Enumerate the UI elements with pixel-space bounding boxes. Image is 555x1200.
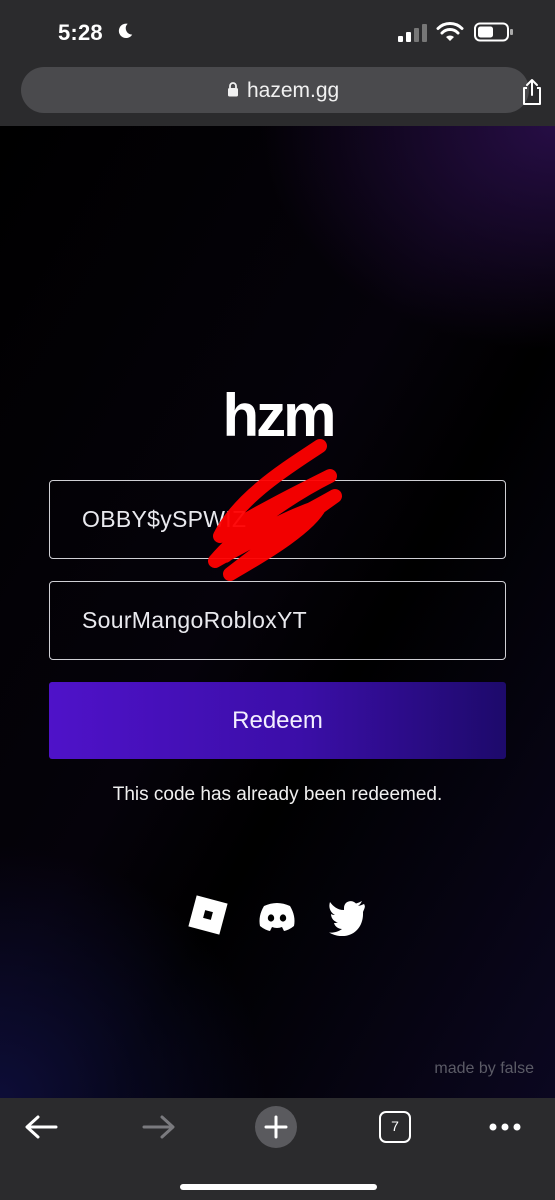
status-bar: 5:28 — [0, 0, 555, 60]
logo-text: hzm — [223, 390, 334, 446]
back-icon[interactable] — [24, 1114, 58, 1140]
discord-icon[interactable] — [256, 894, 298, 936]
code-input-value: OBBY$ySPWIZ — [82, 506, 247, 532]
username-input[interactable]: SourMangoRobloxYT — [49, 581, 506, 660]
lock-icon — [228, 82, 238, 97]
battery-icon — [474, 22, 513, 42]
code-input[interactable]: OBBY$ySPWIZ — [49, 480, 506, 559]
signal-icon — [398, 24, 427, 42]
address-text: hazem.gg — [247, 79, 340, 102]
credit-text: made by false — [434, 1060, 534, 1077]
home-indicator — [180, 1184, 377, 1190]
username-input-value: SourMangoRobloxYT — [82, 607, 307, 633]
plus-icon — [264, 1115, 288, 1139]
wifi-icon — [436, 22, 464, 41]
browser-address-area: hazem.gg — [0, 60, 555, 126]
status-time: 5:28 — [58, 20, 103, 45]
share-icon[interactable] — [519, 78, 545, 106]
forward-icon[interactable] — [142, 1114, 176, 1140]
browser-toolbar: 7 — [0, 1098, 555, 1200]
roblox-icon[interactable] — [187, 894, 229, 936]
hzm-logo: hzm — [223, 390, 337, 446]
page-content: hzm OBBY$ySPWIZ SourMangoRobloxYT Redeem… — [0, 126, 555, 1098]
tabs-button[interactable]: 7 — [379, 1111, 411, 1143]
more-icon[interactable] — [488, 1120, 522, 1134]
moon-icon — [118, 23, 133, 39]
tab-count: 7 — [391, 1118, 399, 1134]
new-tab-button[interactable] — [255, 1106, 297, 1148]
status-message: This code has already been redeemed. — [112, 784, 443, 805]
twitter-icon[interactable] — [326, 894, 368, 936]
redeem-button[interactable]: Redeem — [49, 682, 506, 759]
address-bar[interactable]: hazem.gg — [21, 67, 541, 113]
